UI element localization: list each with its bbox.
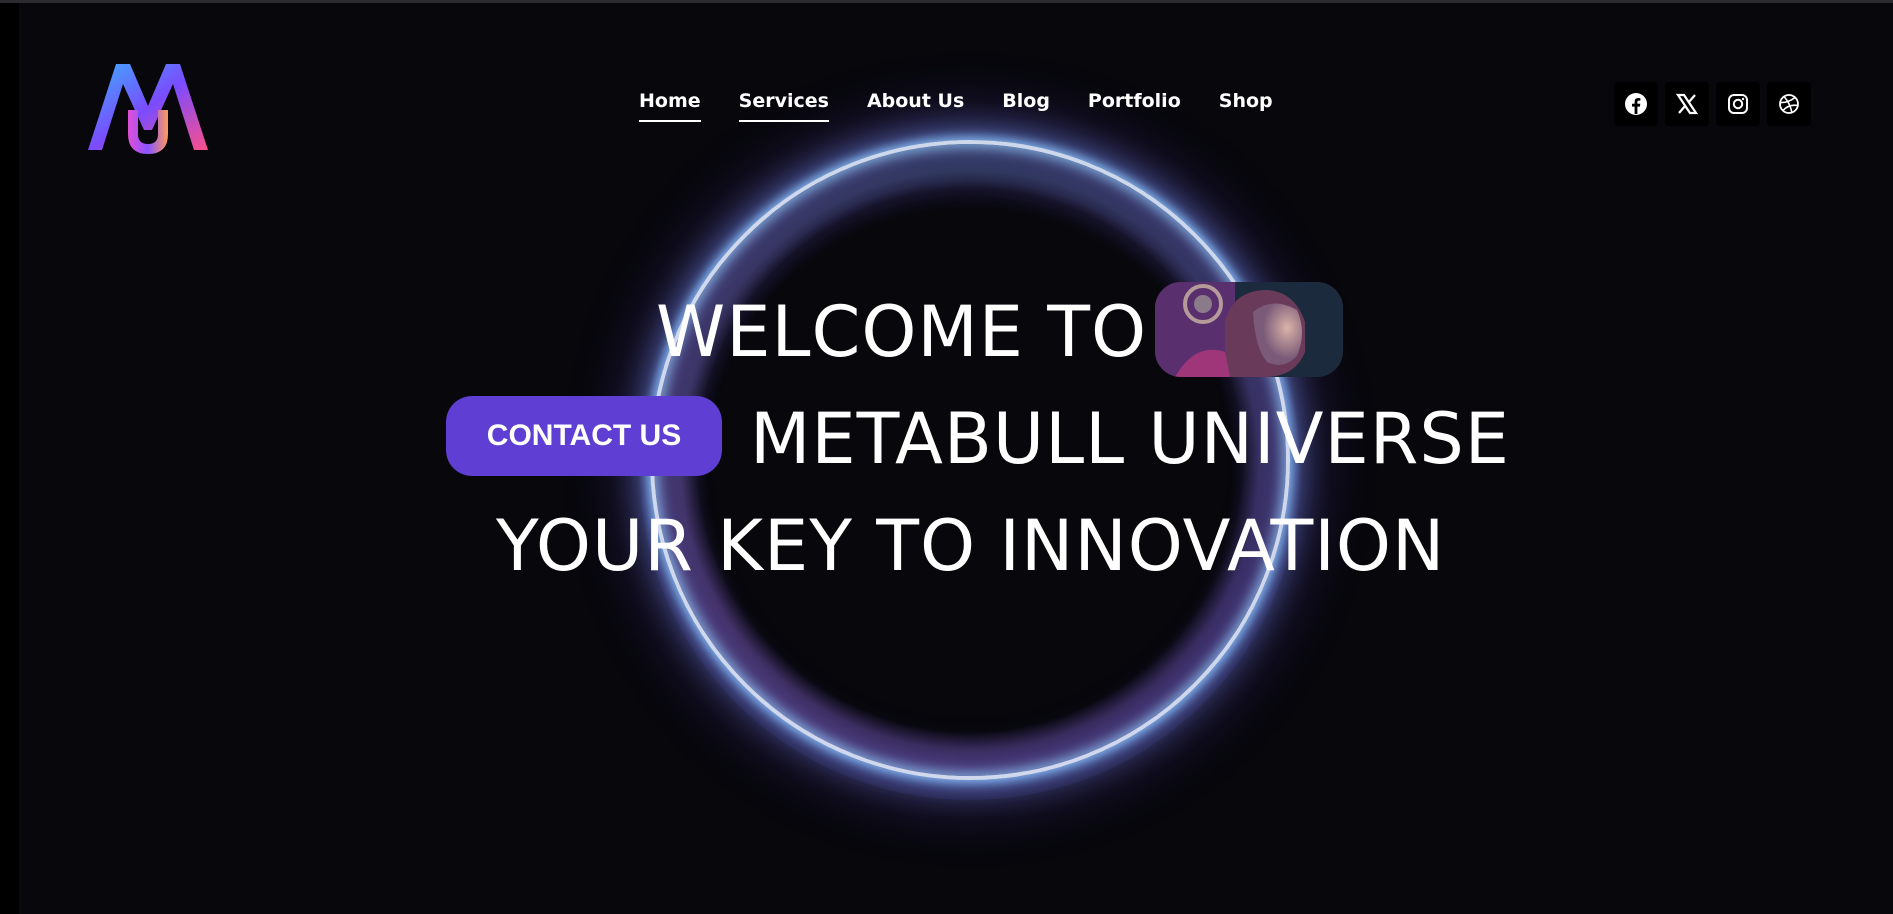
hero-line-metabull: METABULL UNIVERSE [750, 398, 1510, 480]
instagram-icon [1728, 94, 1748, 114]
cyborg-portrait-image [1155, 282, 1343, 377]
nav-item-portfolio[interactable]: Portfolio [1088, 86, 1181, 122]
instagram-button[interactable] [1716, 82, 1760, 126]
hero-line-innovation: YOUR KEY TO INNOVATION [496, 505, 1446, 587]
nav-item-services[interactable]: Services [738, 86, 830, 122]
main-nav: Home Services About Us Blog Portfolio Sh… [639, 86, 1311, 122]
nav-item-home[interactable]: Home [639, 86, 701, 122]
browser-top-border [0, 0, 1893, 3]
dribbble-button[interactable] [1767, 82, 1811, 126]
facebook-button[interactable] [1614, 82, 1658, 126]
hero-inline-image [1155, 282, 1343, 377]
left-edge-strip [0, 3, 19, 914]
page: Home Services About Us Blog Portfolio Sh… [0, 0, 1893, 914]
social-links [1614, 82, 1811, 126]
dribbble-icon [1779, 94, 1799, 114]
contact-us-button[interactable]: CONTACT US [446, 396, 722, 476]
x-icon [1676, 93, 1698, 115]
facebook-icon [1625, 93, 1647, 115]
nav-item-blog[interactable]: Blog [1002, 86, 1050, 122]
logo[interactable] [86, 60, 210, 156]
hero-line-welcome: WELCOME TO [656, 291, 1148, 373]
logo-mark [88, 64, 208, 154]
nav-item-shop[interactable]: Shop [1219, 86, 1273, 122]
nav-item-about-us[interactable]: About Us [867, 86, 964, 122]
x-button[interactable] [1665, 82, 1709, 126]
